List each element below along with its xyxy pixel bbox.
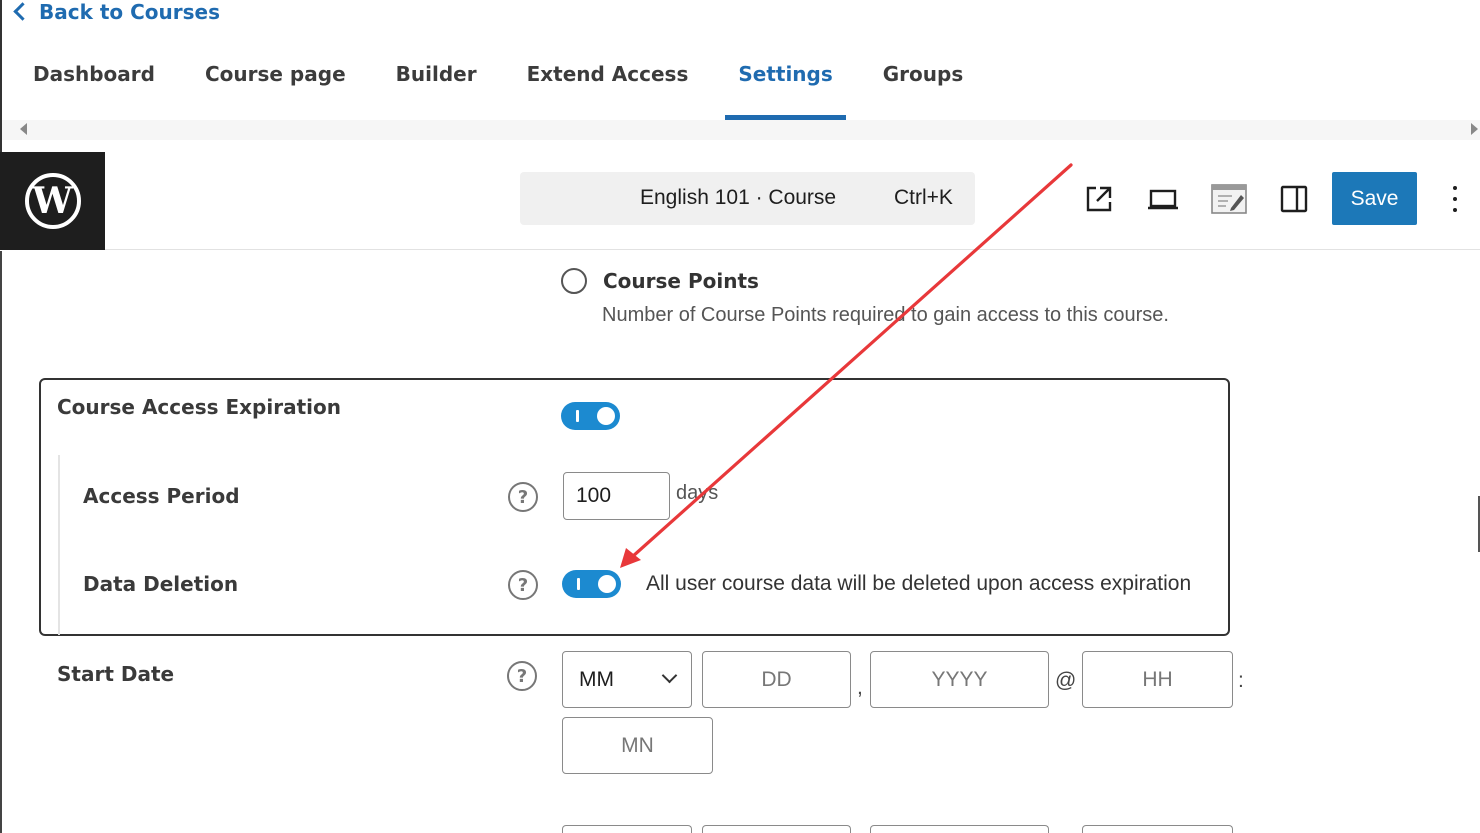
- course-points-description: Number of Course Points required to gain…: [602, 304, 1169, 326]
- access-expiration-toggle[interactable]: [561, 402, 620, 430]
- document-title: English 101 · Course: [640, 186, 837, 209]
- time-colon-separator: :: [1238, 669, 1244, 692]
- access-period-input[interactable]: [563, 472, 670, 520]
- tab-groups[interactable]: Groups: [858, 48, 988, 120]
- tab-extend-access[interactable]: Extend Access: [502, 48, 714, 120]
- command-palette-button[interactable]: English 101 · Course Ctrl+K: [520, 172, 975, 225]
- data-deletion-label: Data Deletion: [83, 572, 239, 596]
- chevron-left-icon: [13, 1, 32, 21]
- start-date-hour-input[interactable]: HH: [1082, 651, 1233, 708]
- edit-mode-icon[interactable]: [1210, 182, 1248, 216]
- start-date-minute-input[interactable]: MN: [562, 717, 713, 774]
- data-deletion-help-icon[interactable]: ?: [508, 570, 538, 600]
- desktop-preview-icon[interactable]: [1146, 182, 1180, 216]
- course-points-radio[interactable]: [561, 268, 587, 294]
- wordpress-logo-icon: W: [24, 173, 81, 229]
- access-period-unit: days: [676, 482, 719, 504]
- start-date-month-select[interactable]: MM: [562, 651, 692, 708]
- sidebar-toggle-icon[interactable]: [1277, 182, 1311, 216]
- data-deletion-toggle[interactable]: [562, 570, 621, 598]
- next-day-input[interactable]: [702, 825, 851, 833]
- back-to-courses-label: Back to Courses: [39, 0, 221, 24]
- external-link-icon[interactable]: [1082, 182, 1116, 216]
- next-year-input[interactable]: [870, 825, 1049, 833]
- course-points-option: Course Points: [561, 268, 759, 294]
- month-select-value: MM: [579, 667, 614, 691]
- access-period-help-icon[interactable]: ?: [508, 482, 538, 512]
- date-comma-separator: ,: [857, 676, 863, 699]
- save-button[interactable]: Save: [1332, 172, 1417, 225]
- next-hour-input[interactable]: [1082, 825, 1233, 833]
- course-header: Back to Courses Dashboard Course page Bu…: [0, 0, 1480, 152]
- chevron-down-icon: [661, 667, 678, 684]
- wordpress-logo-button[interactable]: W: [0, 152, 105, 250]
- data-deletion-description: All user course data will be deleted upo…: [646, 572, 1192, 595]
- date-at-separator: @: [1055, 669, 1077, 692]
- tab-builder[interactable]: Builder: [371, 48, 502, 120]
- tabs-horizontal-scrollbar[interactable]: [2, 120, 1480, 140]
- tab-settings[interactable]: Settings: [713, 48, 857, 120]
- command-shortcut: Ctrl+K: [894, 186, 953, 209]
- start-date-day-input[interactable]: DD: [702, 651, 851, 708]
- course-tabs: Dashboard Course page Builder Extend Acc…: [8, 48, 988, 120]
- start-date-label: Start Date: [57, 662, 175, 686]
- next-month-select[interactable]: [562, 825, 692, 833]
- access-expiration-label: Course Access Expiration: [57, 395, 341, 419]
- scroll-left-arrow-icon[interactable]: [20, 123, 27, 135]
- start-date-help-icon[interactable]: ?: [507, 661, 537, 691]
- tab-dashboard[interactable]: Dashboard: [8, 48, 180, 120]
- options-menu-icon[interactable]: [1444, 182, 1466, 216]
- nested-settings-indent: [58, 455, 60, 635]
- tab-course-page[interactable]: Course page: [180, 48, 371, 120]
- start-date-year-input[interactable]: YYYY: [870, 651, 1049, 708]
- scroll-right-arrow-icon[interactable]: [1471, 123, 1478, 135]
- course-points-label: Course Points: [603, 269, 759, 293]
- editor-toolbar: W English 101 · Course Ctrl+K Save: [0, 152, 1480, 250]
- back-to-courses-link[interactable]: Back to Courses: [13, 0, 221, 24]
- access-period-label: Access Period: [83, 484, 240, 508]
